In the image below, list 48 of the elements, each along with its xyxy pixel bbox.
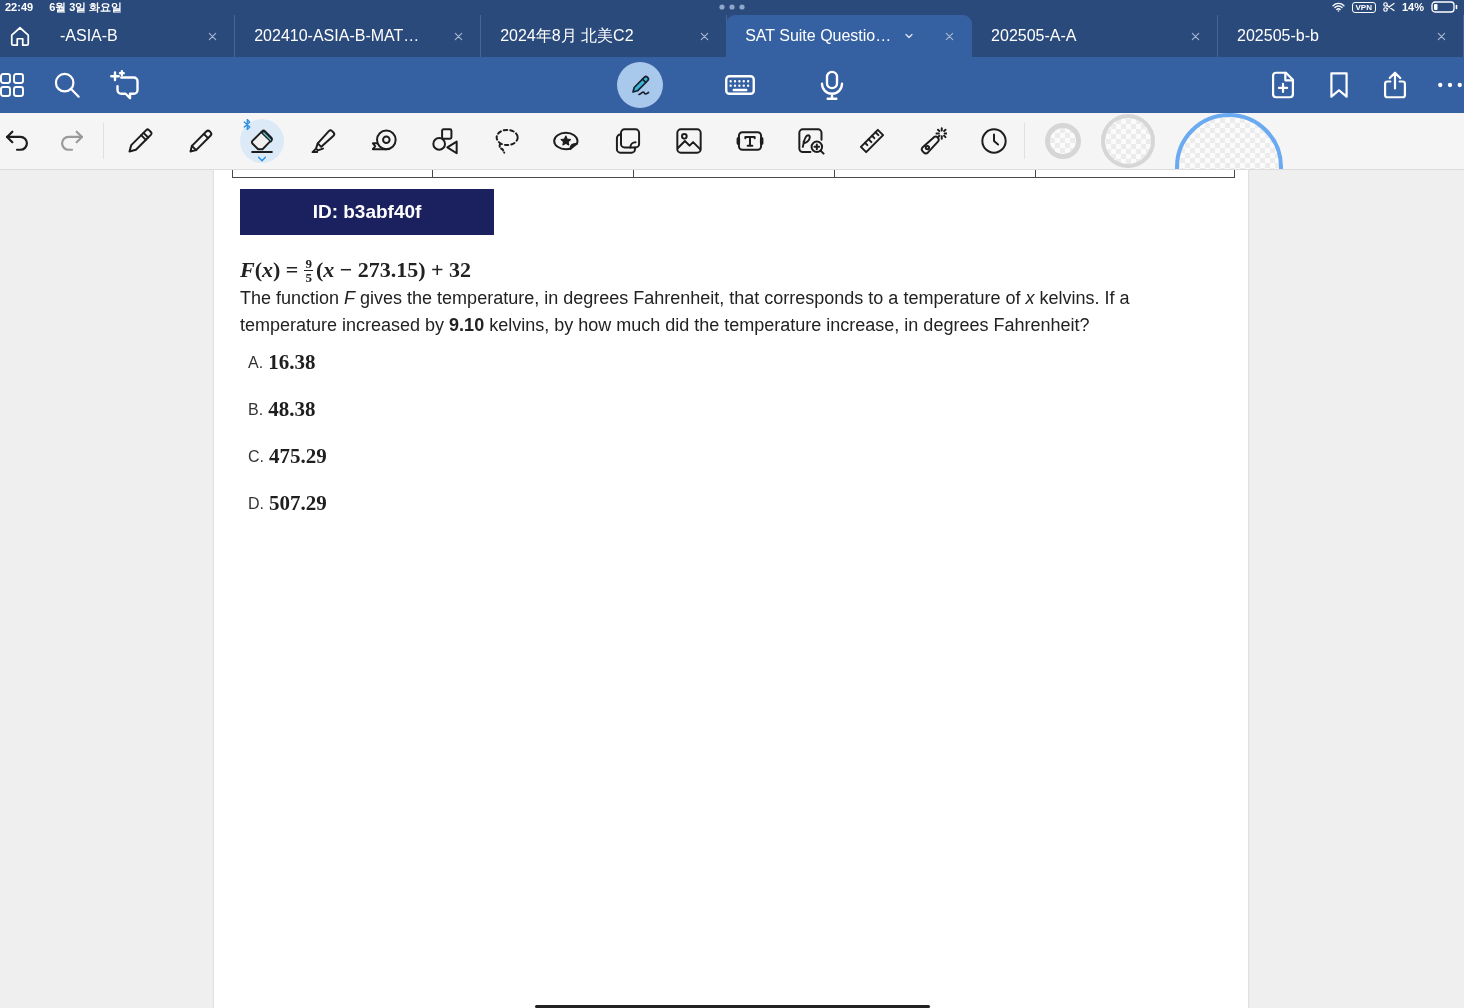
sparkle-bubble-icon[interactable] (110, 70, 140, 100)
highlighter-icon[interactable] (309, 127, 337, 155)
image-icon[interactable] (675, 127, 703, 155)
status-date: 6월 3일 화요일 (49, 0, 123, 14)
close-icon[interactable] (944, 30, 956, 42)
close-icon[interactable] (1436, 30, 1447, 42)
scissors-icon (1382, 2, 1395, 12)
tab[interactable]: SAT Suite Questio… (726, 15, 973, 57)
pen-icon[interactable] (126, 127, 154, 155)
shapes-icon[interactable] (431, 127, 459, 155)
vpn-indicator: VPN (1351, 1, 1376, 13)
choice-letter: C. (248, 447, 264, 466)
status-time: 22:49 (5, 0, 34, 14)
home-icon[interactable] (9, 25, 31, 47)
image-zoom-icon[interactable] (797, 127, 825, 155)
stacked-cards-icon[interactable] (614, 127, 642, 155)
choice-value: 507.29 (269, 491, 327, 516)
choice-letter: A. (248, 353, 264, 372)
close-icon[interactable] (699, 30, 711, 42)
close-icon[interactable] (1190, 30, 1202, 42)
multitask-dots-icon[interactable] (719, 4, 745, 10)
clock-icon[interactable] (980, 127, 1008, 155)
add-page-icon[interactable] (1269, 71, 1297, 99)
choice-value: 475.29 (269, 444, 327, 469)
pen-size-swatch[interactable] (1175, 113, 1283, 169)
choice-value: 16.38 (268, 350, 316, 375)
battery-icon (1431, 1, 1458, 13)
laser-pointer-icon[interactable] (919, 127, 947, 155)
wifi-icon (1331, 2, 1345, 12)
search-icon[interactable] (53, 71, 81, 99)
choice-letter: B. (248, 400, 264, 419)
share-icon[interactable] (1381, 71, 1409, 99)
chevron-down-icon[interactable] (258, 156, 266, 162)
eraser-icon[interactable] (240, 119, 284, 163)
choice-value: 48.38 (268, 397, 316, 422)
handwriting-pen-icon[interactable] (617, 62, 663, 108)
close-icon[interactable] (207, 30, 219, 42)
pen-size-swatch[interactable] (1045, 123, 1081, 159)
choice-letter: D. (248, 494, 264, 513)
question-text: The function F gives the temperature, in degrees Fahrenheit, that corresponds to a temperature of x kelvins. If a temperature increased by 9.10 kelvins, by how much did the temperature increase, in degrees Fahrenheit? (240, 287, 1131, 337)
pen-size-swatch[interactable] (1101, 114, 1155, 168)
pencil-icon[interactable] (187, 127, 215, 155)
battery-percent: 14% (1401, 0, 1424, 14)
ruler-icon[interactable] (858, 127, 886, 155)
bluetooth-icon (243, 119, 251, 130)
question-id: ID: b3abf40f (240, 189, 494, 235)
apps-grid-icon[interactable] (0, 73, 24, 97)
close-icon[interactable] (453, 30, 465, 42)
